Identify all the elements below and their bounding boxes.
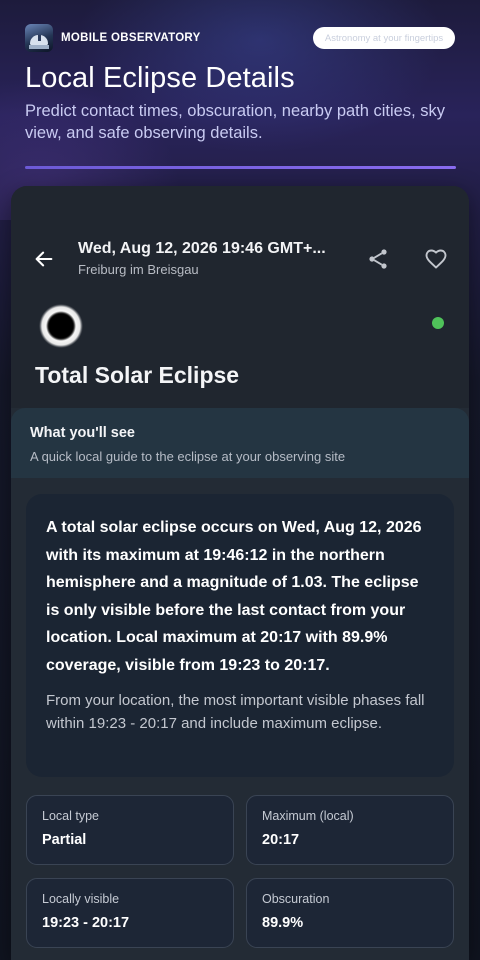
brand-name: MOBILE OBSERVATORY xyxy=(61,32,201,44)
tagline-pill: Astronomy at your fingertips xyxy=(313,27,455,49)
eclipse-datetime: Wed, Aug 12, 2026 19:46 GMT+... xyxy=(78,240,326,257)
share-button[interactable] xyxy=(366,247,390,271)
heart-icon xyxy=(425,249,447,269)
section-title: What you'll see xyxy=(30,425,135,441)
stat-label: Maximum (local) xyxy=(262,809,354,823)
section-subtitle: A quick local guide to the eclipse at yo… xyxy=(30,449,346,464)
location-name: Freiburg im Breisgau xyxy=(78,262,199,277)
accent-divider xyxy=(25,166,456,169)
stat-label: Locally visible xyxy=(42,892,120,906)
stat-label: Obscuration xyxy=(262,892,330,906)
summary-note-text: From your location, the most important v… xyxy=(46,691,425,733)
summary-main-text: A total solar eclipse occurs on Wed, Aug… xyxy=(46,519,422,674)
stat-maximum-local: Maximum (local) 20:17 xyxy=(246,795,454,865)
event-title: Total Solar Eclipse xyxy=(35,362,240,388)
stat-value: Partial xyxy=(42,832,87,848)
page-title: Local Eclipse Details xyxy=(25,62,295,94)
card-header: Wed, Aug 12, 2026 19:46 GMT+... Freiburg… xyxy=(11,186,469,408)
stat-value: 89.9% xyxy=(262,915,304,931)
status-dot-indicator xyxy=(432,317,444,329)
stat-value: 20:17 xyxy=(262,832,300,848)
app-topbar: MOBILE OBSERVATORY Astronomy at your fin… xyxy=(25,24,455,52)
observatory-logo-icon xyxy=(25,24,53,52)
eclipse-detail-card: Wed, Aug 12, 2026 19:46 GMT+... Freiburg… xyxy=(11,186,469,960)
stat-local-type: Local type Partial xyxy=(26,795,234,865)
stat-obscuration: Obscuration 89.9% xyxy=(246,878,454,948)
stat-label: Local type xyxy=(42,809,99,823)
what-youll-see-section: What you'll see A quick local guide to t… xyxy=(11,408,469,478)
eclipse-summary-card: A total solar eclipse occurs on Wed, Aug… xyxy=(26,494,454,777)
page-subtitle: Predict contact times, obscuration, near… xyxy=(25,102,446,142)
stat-locally-visible: Locally visible 19:23 - 20:17 xyxy=(26,878,234,948)
stat-value: 19:23 - 20:17 xyxy=(42,915,130,931)
back-arrow-icon xyxy=(35,251,53,267)
back-button[interactable] xyxy=(31,246,57,272)
share-icon xyxy=(369,249,387,269)
solar-eclipse-icon xyxy=(39,304,83,348)
favorite-button[interactable] xyxy=(424,247,448,271)
